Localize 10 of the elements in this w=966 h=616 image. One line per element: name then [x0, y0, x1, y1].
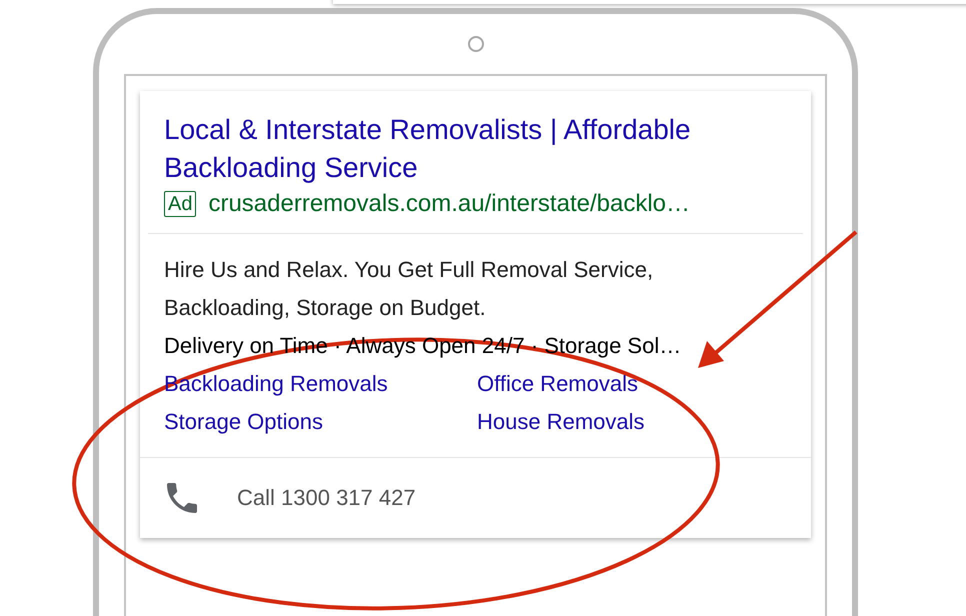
ad-title-link[interactable]: Local & Interstate Removalists | Affordable Backloading Service — [164, 111, 784, 187]
sitelink[interactable]: Office Removals — [477, 371, 638, 396]
sitelink[interactable]: Storage Options — [164, 409, 323, 434]
phone-icon[interactable] — [167, 483, 197, 513]
ad-label: Ad — [164, 191, 196, 217]
sitelink[interactable]: House Removals — [477, 409, 645, 434]
call-link[interactable]: Call 1300 317 427 — [237, 485, 416, 511]
camera-icon — [468, 36, 484, 52]
ad-description: Hire Us and Relax. You Get Full Removal Service, Backloading, Storage on Budget. — [164, 256, 654, 322]
ad-url: crusaderremovals.com.au/interstate/backlo… — [208, 189, 690, 219]
